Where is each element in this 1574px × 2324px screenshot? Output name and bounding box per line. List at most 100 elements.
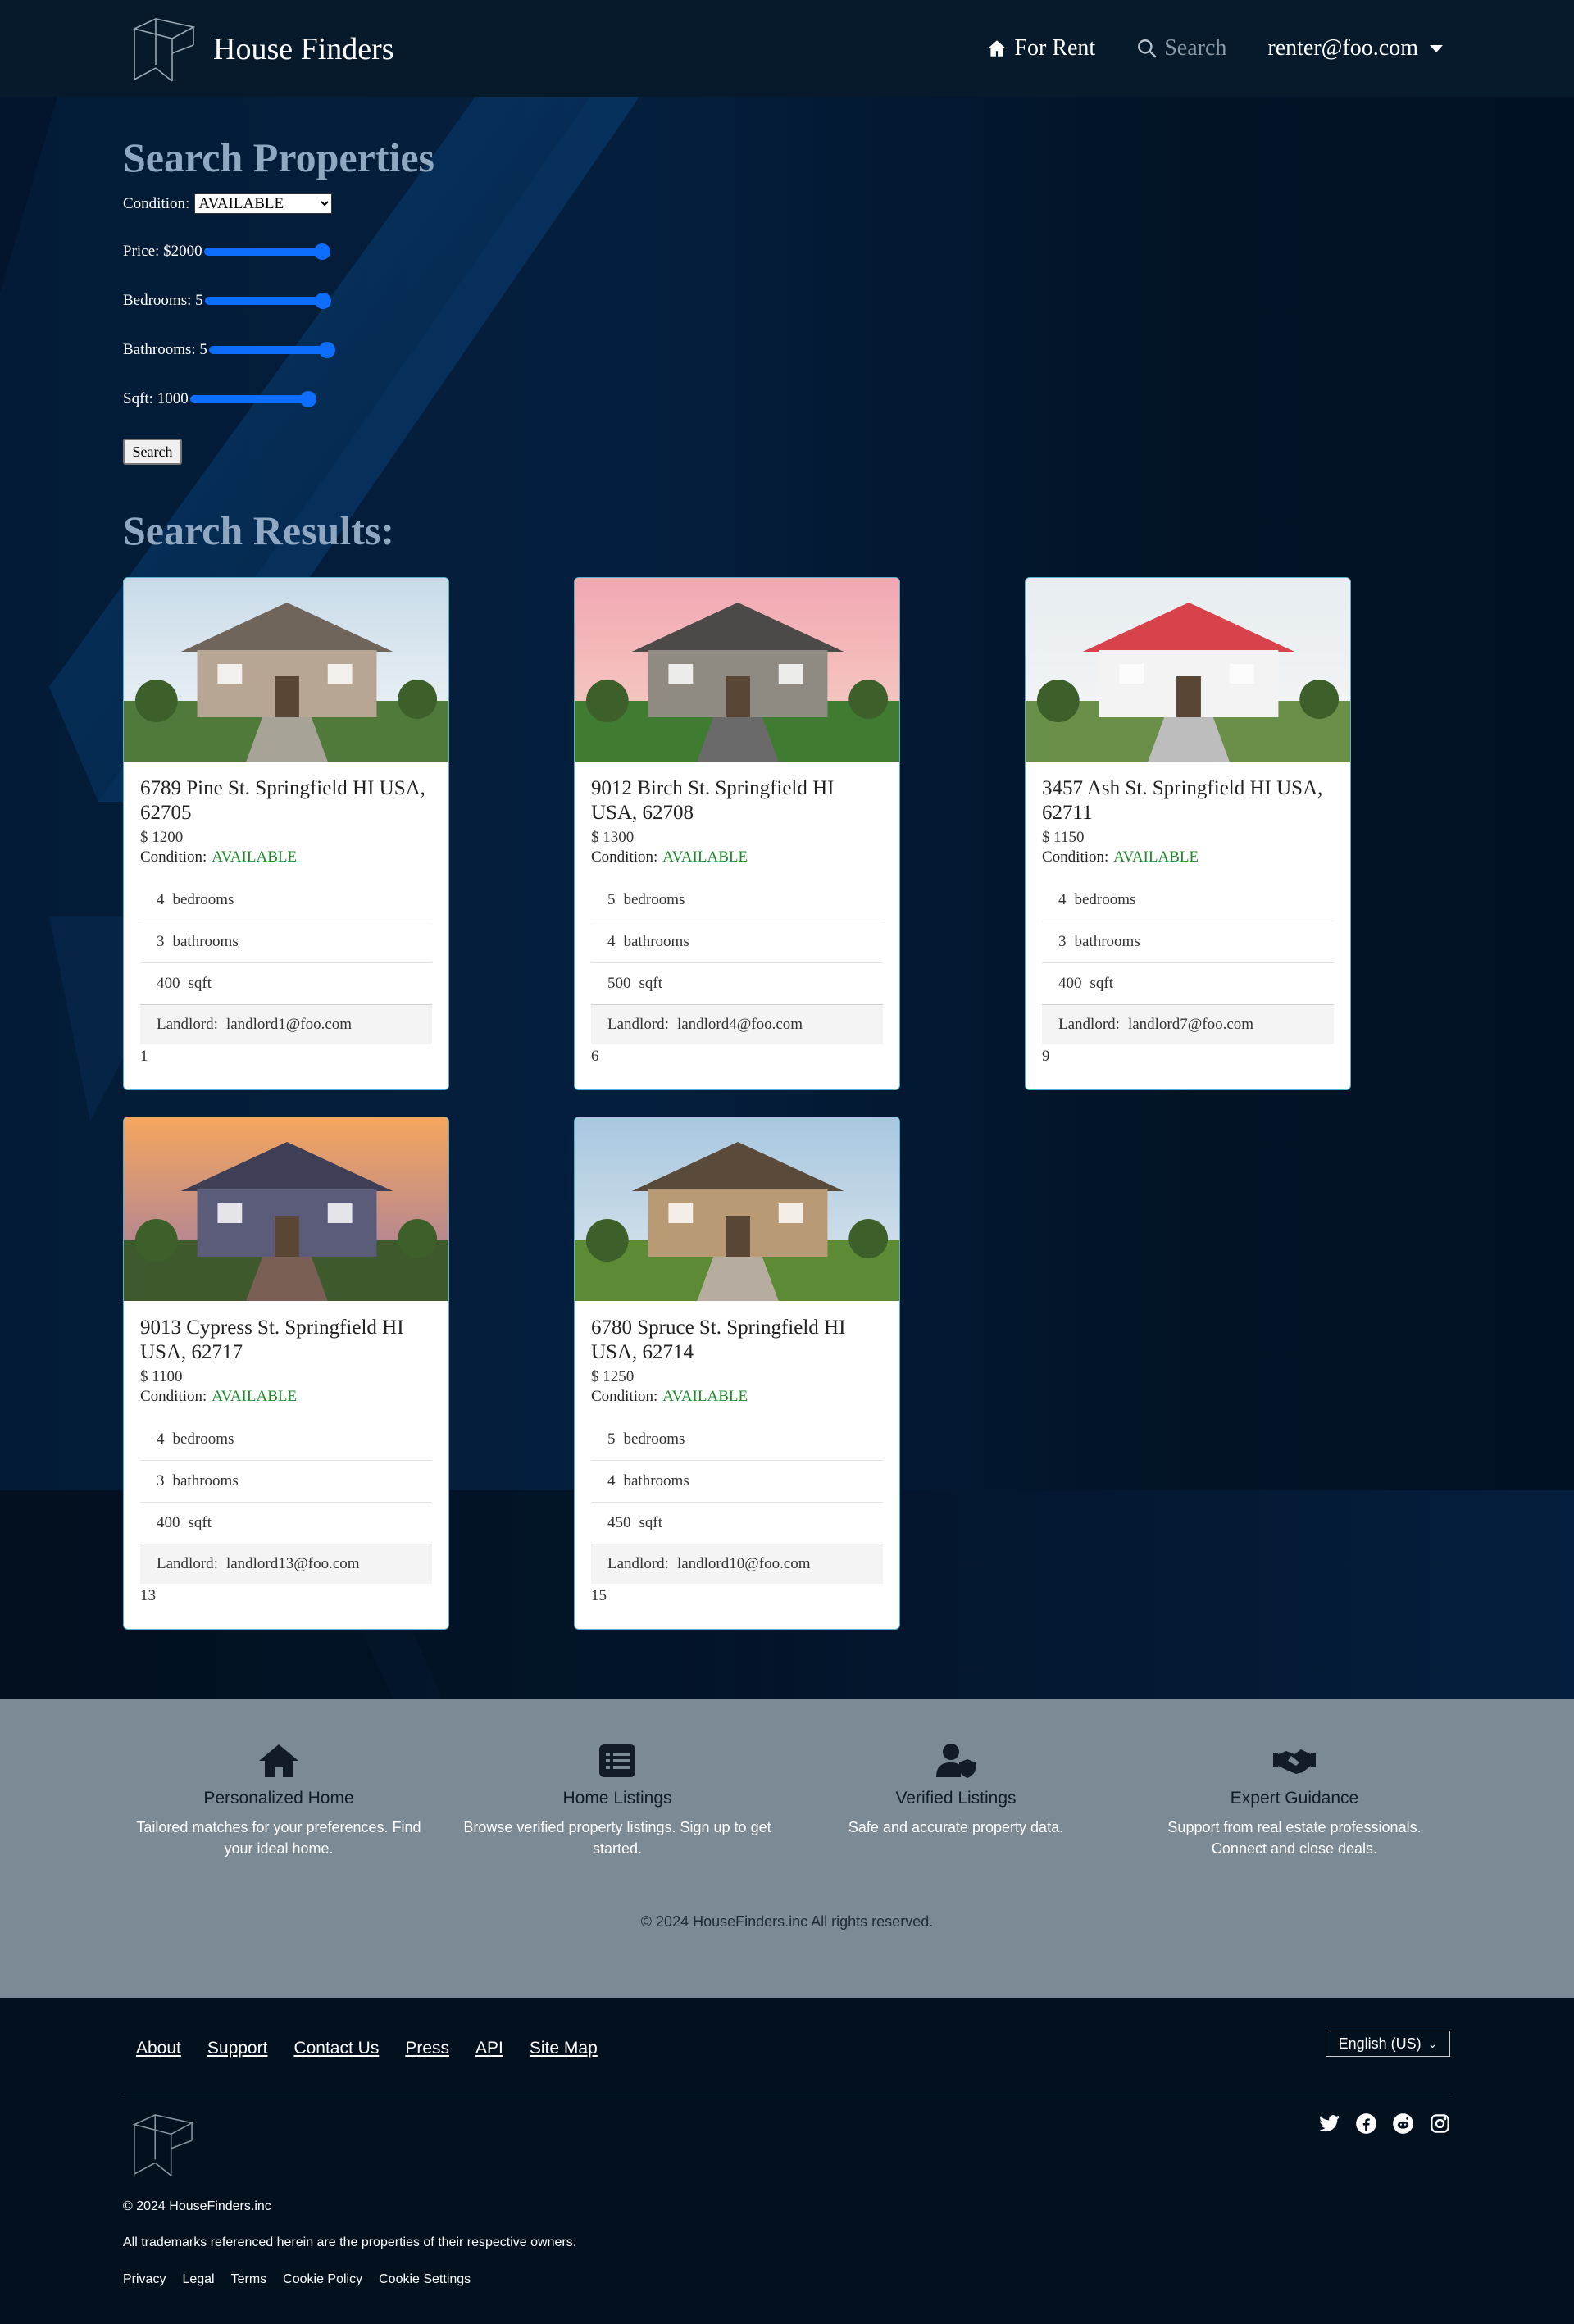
footer-link-press[interactable]: Press	[405, 2039, 449, 2058]
property-photo[interactable]	[575, 578, 899, 762]
bedrooms-unit: bedrooms	[172, 891, 234, 908]
bathrooms-count: 4	[607, 933, 616, 950]
property-card[interactable]: 6789 Pine St. Springfield HI USA, 62705 …	[123, 577, 449, 1090]
slider-thumb[interactable]	[314, 293, 331, 309]
bathrooms-count: 4	[607, 1472, 616, 1489]
twitter-icon[interactable]	[1318, 2113, 1340, 2135]
property-address[interactable]: 6789 Pine St. Springfield HI USA, 62705	[140, 776, 432, 825]
landlord-email: landlord7@foo.com	[1127, 1016, 1254, 1033]
condition-select[interactable]: AVAILABLE	[194, 193, 333, 214]
search-button[interactable]: Search	[123, 439, 182, 465]
footer-link-about[interactable]: About	[136, 2039, 181, 2058]
property-card[interactable]: 6780 Spruce St. Springfield HI USA, 6271…	[574, 1117, 900, 1630]
bedrooms-slider[interactable]	[204, 293, 331, 309]
footer-link-site-map[interactable]: Site Map	[530, 2039, 598, 2058]
sqft-item: 450 sqft	[591, 1503, 883, 1544]
user-shield-icon	[936, 1744, 976, 1778]
bathrooms-count: 3	[157, 1472, 165, 1489]
house-icon	[988, 40, 1007, 57]
feature-description: Safe and accurate property data.	[848, 1819, 1064, 1835]
property-specs: 5 bedrooms 4 bathrooms 500 sqft	[591, 880, 883, 1004]
bathrooms-item: 3 bathrooms	[140, 921, 432, 963]
sqft-item: 400 sqft	[140, 1503, 432, 1544]
features-copyright: © 2024 HouseFinders.inc All rights reser…	[640, 1913, 934, 1930]
property-photo[interactable]	[575, 1117, 899, 1301]
brand[interactable]: House Finders	[131, 15, 394, 84]
price-slider[interactable]	[203, 243, 330, 260]
legal-link-cookie-policy[interactable]: Cookie Policy	[283, 2272, 362, 2287]
bathrooms-unit: bathrooms	[172, 1472, 239, 1489]
reddit-icon[interactable]	[1392, 2113, 1414, 2135]
brand-name: House Finders	[213, 32, 394, 66]
property-specs: 5 bedrooms 4 bathrooms 450 sqft	[591, 1419, 883, 1544]
nav-search-label: Search	[1164, 35, 1227, 61]
bathrooms-slider[interactable]	[208, 342, 335, 358]
property-photo[interactable]	[124, 578, 448, 762]
bathrooms-unit: bathrooms	[172, 933, 239, 950]
property-address[interactable]: 9013 Cypress St. Springfield HI USA, 627…	[140, 1316, 432, 1365]
legal-link-cookie-settings[interactable]: Cookie Settings	[379, 2272, 471, 2287]
property-condition: Condition: AVAILABLE	[140, 1388, 432, 1406]
property-address[interactable]: 9012 Birch St. Springfield HI USA, 62708	[591, 776, 883, 825]
bathrooms-label: Bathrooms: 5	[123, 341, 207, 358]
bedrooms-row: Bedrooms: 5	[123, 292, 331, 310]
bedrooms-label: Bedrooms: 5	[123, 292, 203, 309]
search-icon	[1138, 39, 1157, 58]
legal-link-privacy[interactable]: Privacy	[123, 2272, 166, 2287]
sqft-label: Sqft: 1000	[123, 390, 189, 407]
footer: About Support Contact Us Press API Site …	[0, 1998, 1574, 2324]
sqft-count: 400	[157, 975, 180, 992]
property-card[interactable]: 9012 Birch St. Springfield HI USA, 62708…	[574, 577, 900, 1090]
bathrooms-row: Bathrooms: 5	[123, 341, 335, 359]
property-price: $ 1250	[591, 1368, 635, 1385]
slider-thumb[interactable]	[299, 391, 316, 407]
nav-for-rent[interactable]: For Rent	[986, 35, 1095, 61]
property-id: 13	[140, 1587, 156, 1604]
bedrooms-count: 4	[157, 891, 165, 908]
facebook-icon[interactable]	[1355, 2113, 1377, 2135]
footer-copyright: © 2024 HouseFinders.inc	[123, 2199, 271, 2213]
condition-row: Condition: AVAILABLE	[123, 193, 333, 214]
bedrooms-unit: bedrooms	[623, 1430, 685, 1448]
instagram-icon[interactable]	[1429, 2113, 1451, 2135]
feature-expert-guidance: Expert Guidance Support from real estate…	[1139, 1743, 1450, 1859]
property-address[interactable]: 3457 Ash St. Springfield HI USA, 62711	[1042, 776, 1334, 825]
feature-description: Browse verified property listings. Sign …	[463, 1819, 771, 1857]
sqft-count: 400	[1058, 975, 1082, 992]
nav-search[interactable]: Search	[1136, 35, 1226, 61]
footer-links: About Support Contact Us Press API Site …	[136, 2039, 598, 2058]
search-properties-title: Search Properties	[123, 134, 435, 180]
condition-label: Condition:	[591, 1388, 658, 1405]
feature-title: Home Listings	[562, 1789, 672, 1808]
bathrooms-count: 3	[1058, 933, 1067, 950]
caret-down-icon	[1430, 44, 1443, 52]
property-condition: Condition: AVAILABLE	[140, 848, 432, 866]
property-condition: Condition: AVAILABLE	[1042, 848, 1334, 866]
feature-title: Personalized Home	[203, 1789, 354, 1808]
property-photo[interactable]	[1026, 578, 1350, 762]
user-menu-dropdown[interactable]: renter@foo.com	[1267, 35, 1443, 61]
slider-thumb[interactable]	[318, 342, 335, 358]
landlord-label: Landlord:	[607, 1016, 669, 1033]
legal-link-terms[interactable]: Terms	[231, 2272, 267, 2287]
sqft-slider[interactable]	[189, 391, 316, 407]
feature-home-listings: Home Listings Browse verified property l…	[462, 1743, 773, 1859]
property-card[interactable]: 9013 Cypress St. Springfield HI USA, 627…	[123, 1117, 449, 1630]
slider-thumb[interactable]	[313, 243, 330, 260]
landlord-label: Landlord:	[1058, 1016, 1120, 1033]
language-value: English (US)	[1338, 2035, 1422, 2052]
handshake-icon	[1273, 1749, 1316, 1774]
bathrooms-item: 4 bathrooms	[591, 921, 883, 963]
property-photo[interactable]	[124, 1117, 448, 1301]
language-select[interactable]: English (US) ⌄	[1326, 2031, 1450, 2057]
legal-link-legal[interactable]: Legal	[182, 2272, 214, 2287]
property-condition: Condition: AVAILABLE	[591, 848, 883, 866]
property-address[interactable]: 6780 Spruce St. Springfield HI USA, 6271…	[591, 1316, 883, 1365]
footer-link-api[interactable]: API	[475, 2039, 503, 2058]
footer-link-contact-us[interactable]: Contact Us	[293, 2039, 379, 2058]
footer-link-support[interactable]: Support	[207, 2039, 268, 2058]
list-icon	[599, 1744, 635, 1777]
condition-status: AVAILABLE	[212, 848, 298, 866]
search-results-title: Search Results:	[123, 507, 395, 553]
property-card[interactable]: 3457 Ash St. Springfield HI USA, 62711 $…	[1025, 577, 1351, 1090]
